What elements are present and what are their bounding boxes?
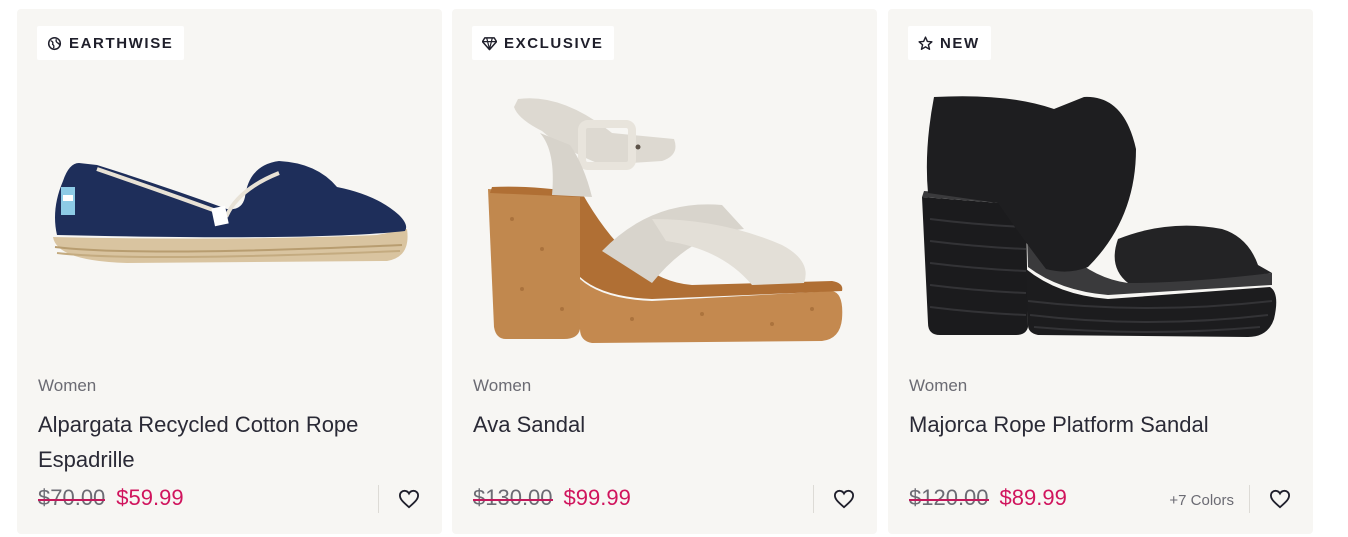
heart-icon [833, 489, 855, 509]
heart-icon [398, 489, 420, 509]
badge-label: EXCLUSIVE [504, 34, 604, 52]
divider [1249, 485, 1250, 513]
wishlist-heart-button[interactable] [1267, 486, 1293, 512]
product-image[interactable] [17, 69, 442, 359]
divider [813, 485, 814, 513]
price-row: $70.00 $59.99 [38, 485, 184, 511]
product-image[interactable] [888, 69, 1313, 359]
product-category: Women [909, 376, 968, 395]
product-badge: EXCLUSIVE [472, 26, 615, 60]
color-count[interactable]: +7 Colors [1169, 492, 1234, 509]
product-title[interactable]: Majorca Rope Platform Sandal [909, 407, 1289, 442]
original-price: $120.00 [909, 485, 989, 510]
price-row: $120.00 $89.99 [909, 485, 1067, 511]
sale-price: $59.99 [116, 485, 184, 510]
wishlist-heart-button[interactable] [831, 486, 857, 512]
product-badge: EARTHWISE [37, 26, 185, 60]
product-category: Women [38, 376, 97, 395]
badge-label: NEW [940, 34, 980, 52]
product-grid: EARTHWISE Women Alpargata Recycled Cotto… [0, 0, 1348, 537]
navy-espadrille-shoe [53, 161, 408, 263]
sale-price: $89.99 [999, 485, 1067, 510]
product-category: Women [473, 376, 532, 395]
product-card[interactable]: NEW Women Majorca Rope Platform Sandal $… [888, 9, 1313, 534]
product-card[interactable]: EXCLUSIVE Women Ava Sandal $130.00 $99.9… [452, 9, 877, 534]
original-price: $70.00 [38, 485, 106, 510]
earth-leaf-icon [47, 36, 62, 51]
cork-platform-sandal [488, 98, 843, 343]
product-image[interactable] [452, 69, 877, 359]
star-icon [918, 35, 933, 51]
diamond-icon [482, 36, 497, 51]
divider [378, 485, 379, 513]
product-title[interactable]: Alpargata Recycled Cotton Rope Espadrill… [38, 407, 418, 477]
heart-icon [1269, 489, 1291, 509]
black-rope-platform-sandal [922, 96, 1277, 337]
price-row: $130.00 $99.99 [473, 485, 631, 511]
original-price: $130.00 [473, 485, 553, 510]
wishlist-heart-button[interactable] [396, 486, 422, 512]
badge-label: EARTHWISE [69, 34, 174, 52]
sale-price: $99.99 [563, 485, 631, 510]
product-card[interactable]: EARTHWISE Women Alpargata Recycled Cotto… [17, 9, 442, 534]
product-title[interactable]: Ava Sandal [473, 407, 853, 442]
product-badge: NEW [908, 26, 991, 60]
